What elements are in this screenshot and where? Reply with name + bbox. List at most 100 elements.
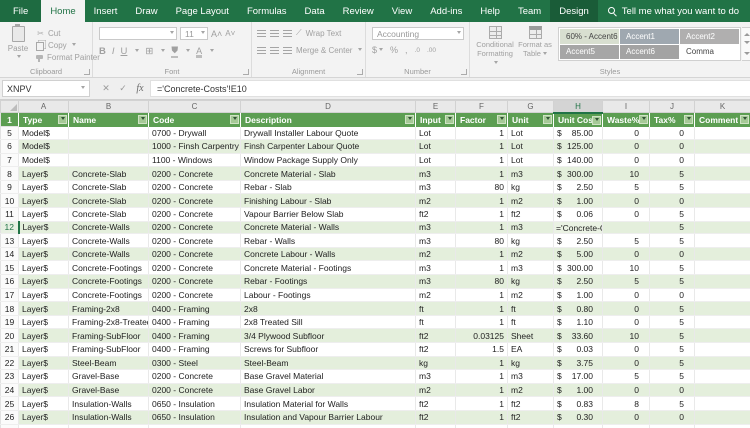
cell[interactable]: Layer$ — [19, 315, 69, 329]
row-number[interactable]: 5 — [1, 127, 19, 140]
cell[interactable]: kg — [508, 356, 554, 370]
cell[interactable]: Concrete-Walls — [69, 247, 149, 261]
cell[interactable]: kg — [508, 180, 554, 194]
cell[interactable]: 0 — [603, 383, 650, 397]
cell[interactable]: Insulation and Vapour Barrier Labour — [241, 410, 416, 424]
cell[interactable] — [69, 127, 149, 140]
cell[interactable]: 0 — [603, 247, 650, 261]
dialog-launcher-icon[interactable] — [84, 69, 90, 75]
cell[interactable]: $0.06 — [554, 208, 603, 222]
cell[interactable]: 0 — [650, 247, 695, 261]
cell[interactable]: 1 — [456, 288, 508, 302]
cell[interactable]: Sheet — [508, 329, 554, 343]
column-header-tax-[interactable]: Tax% — [650, 113, 695, 127]
cell[interactable]: m2 — [508, 194, 554, 208]
dialog-launcher-icon[interactable] — [461, 69, 467, 75]
cell[interactable]: 1 — [456, 424, 508, 428]
cell-style-item[interactable]: Accent2 — [680, 29, 739, 44]
wrap-text-button[interactable]: Wrap Text — [306, 29, 342, 38]
column-header-input[interactable]: Input — [416, 113, 456, 127]
cell[interactable] — [69, 153, 149, 167]
cell[interactable]: $0.03 — [554, 343, 603, 357]
cell[interactable]: Screws for Subfloor — [241, 343, 416, 357]
cell[interactable]: 0 — [650, 194, 695, 208]
cell[interactable]: m2 — [416, 383, 456, 397]
cell[interactable]: $2.50 — [554, 275, 603, 289]
row-number[interactable]: 6 — [1, 140, 19, 154]
cell[interactable]: 0 — [650, 410, 695, 424]
cell[interactable]: Concrete-Footings — [69, 261, 149, 275]
ribbon-tab-data[interactable]: Data — [296, 0, 334, 22]
cell[interactable]: $1.00 — [554, 194, 603, 208]
column-header-type[interactable]: Type — [19, 113, 69, 127]
cell[interactable]: 0200 - Concrete — [149, 234, 241, 248]
conditional-formatting-button[interactable]: Conditional Formatting — [476, 26, 514, 68]
cell[interactable]: Layer$ — [19, 329, 69, 343]
cell[interactable]: Concrete-Walls — [69, 221, 149, 234]
cell[interactable]: Layer$ — [19, 167, 69, 181]
row-number[interactable]: 16 — [1, 275, 19, 289]
cell[interactable]: 1100 - Windows — [149, 153, 241, 167]
borders-button[interactable]: ⊞ — [145, 46, 153, 57]
cell[interactable]: 0 — [603, 343, 650, 357]
cell[interactable]: 1 — [456, 356, 508, 370]
cell[interactable]: 5 — [650, 180, 695, 194]
font-size-combobox[interactable]: 11 — [180, 27, 208, 40]
italic-button[interactable]: I — [112, 46, 115, 57]
cell[interactable]: 3/4 Plywood Subfloor — [241, 329, 416, 343]
cell[interactable]: Concrete Material - Footings — [241, 261, 416, 275]
cell[interactable]: 5 — [650, 329, 695, 343]
cell[interactable]: 0200 - Concrete — [149, 221, 241, 234]
cell[interactable]: 0 — [603, 410, 650, 424]
cell[interactable]: 0200 - Concrete — [149, 180, 241, 194]
cell[interactable]: Lot — [508, 153, 554, 167]
cell[interactable]: Concrete-Slab — [69, 180, 149, 194]
cell[interactable]: 10 — [603, 329, 650, 343]
cell[interactable]: 5 — [650, 424, 695, 428]
cell[interactable]: m3 — [508, 221, 554, 234]
cell[interactable]: Layer$ — [19, 424, 69, 428]
cell[interactable]: Layer$ — [19, 275, 69, 289]
cell[interactable] — [695, 140, 750, 154]
ribbon-tab-help[interactable]: Help — [471, 0, 509, 22]
align-left-icon[interactable] — [257, 47, 266, 54]
column-letter-B[interactable]: B — [69, 101, 149, 113]
dialog-launcher-icon[interactable] — [357, 69, 363, 75]
cell[interactable]: 1 — [456, 383, 508, 397]
cell[interactable]: ft2 — [416, 397, 456, 411]
filter-dropdown-icon[interactable] — [740, 115, 749, 124]
cell[interactable]: 0650 - Insulation — [149, 410, 241, 424]
cell[interactable]: 5 — [650, 167, 695, 181]
column-letter-J[interactable]: J — [650, 101, 695, 113]
cell[interactable]: 5 — [650, 356, 695, 370]
ribbon-tab-design[interactable]: Design — [550, 0, 598, 22]
column-header-factor[interactable]: Factor — [456, 113, 508, 127]
cell[interactable] — [695, 153, 750, 167]
cell[interactable] — [695, 397, 750, 411]
cell[interactable]: 1 — [456, 302, 508, 316]
cell[interactable] — [695, 329, 750, 343]
cell[interactable]: m2 — [416, 247, 456, 261]
cell[interactable]: ft2 — [416, 424, 456, 428]
cell[interactable] — [695, 424, 750, 428]
column-letter-D[interactable]: D — [241, 101, 416, 113]
ribbon-tab-formulas[interactable]: Formulas — [238, 0, 296, 22]
cell[interactable]: 0 — [603, 208, 650, 222]
cut-button[interactable]: ✂ Cut — [36, 27, 100, 39]
cell[interactable]: $125.00 — [554, 140, 603, 154]
cell[interactable]: 0200 - Concrete — [149, 261, 241, 275]
cell[interactable]: 5 — [603, 370, 650, 384]
cell[interactable] — [695, 370, 750, 384]
cell[interactable]: 0200 - Concrete — [149, 247, 241, 261]
cell[interactable]: Framing-SubFloor — [69, 343, 149, 357]
cell[interactable]: 0 — [650, 127, 695, 140]
row-number[interactable]: 8 — [1, 167, 19, 181]
cell[interactable]: 80 — [456, 234, 508, 248]
cell-style-item[interactable]: Accent5 — [560, 45, 619, 60]
cell[interactable]: Concrete-Slab — [69, 208, 149, 222]
cell[interactable]: 5 — [650, 208, 695, 222]
cell[interactable]: Framing-2x8 — [69, 302, 149, 316]
paste-button[interactable]: Paste — [5, 26, 31, 62]
cell[interactable]: Window Package Supply Only — [241, 153, 416, 167]
cell[interactable]: Layer$ — [19, 247, 69, 261]
